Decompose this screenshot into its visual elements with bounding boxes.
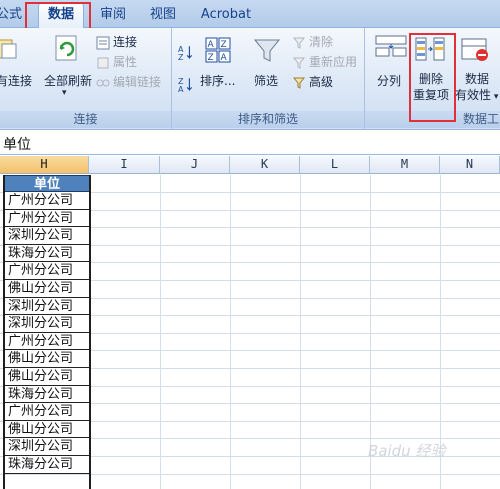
- column-h-cell[interactable]: 佛山分公司: [4, 368, 90, 386]
- remove-duplicates-label-1: 删除: [419, 72, 444, 86]
- column-h-cell[interactable]: 广州分公司: [4, 209, 90, 228]
- sort-button[interactable]: 排序...: [200, 72, 235, 89]
- group-label-sort-filter: 排序和筛选: [172, 111, 364, 128]
- data-validation-label-2: 有效性: [455, 88, 492, 102]
- svg-text:A: A: [178, 85, 184, 92]
- grid-line: [160, 175, 161, 489]
- column-h-cell[interactable]: 珠海分公司: [4, 385, 90, 404]
- column-h-cell[interactable]: 深圳分公司: [4, 297, 90, 316]
- refresh-all-icon: [52, 34, 82, 64]
- tab-formulas[interactable]: 公式: [0, 5, 24, 27]
- existing-connections-button[interactable]: 有连接: [0, 72, 32, 89]
- column-h-cell[interactable]: 佛山分公司: [4, 350, 90, 368]
- column-header-k[interactable]: K: [230, 156, 300, 174]
- column-header-i[interactable]: I: [89, 156, 160, 174]
- chevron-down-icon: ▾: [491, 92, 499, 102]
- sort-dialog-icon: AZZA: [204, 36, 232, 64]
- column-h-cell[interactable]: 广州分公司: [4, 403, 90, 421]
- tab-view[interactable]: 视图: [146, 5, 180, 27]
- clear-button[interactable]: 清除: [292, 33, 333, 51]
- group-connections: 有连接 全部刷新 ▾ 连接 属性 编辑链接 连接: [0, 28, 172, 130]
- reapply-icon: [292, 57, 306, 69]
- refresh-all-button[interactable]: 全部刷新: [44, 72, 92, 89]
- clear-filter-icon: [292, 37, 306, 49]
- data-validation-button[interactable]: 有效性 ▾: [455, 86, 498, 103]
- watermark: Baidu 经验: [368, 442, 446, 460]
- connections-button[interactable]: 连接: [96, 33, 137, 51]
- reapply-label: 重新应用: [309, 55, 358, 69]
- column-h-cell[interactable]: 佛山分公司: [4, 420, 90, 439]
- existing-connections-icon: [0, 36, 20, 62]
- properties-icon: [97, 57, 109, 68]
- group-data-tools: 分列 删除 重复项 数据 有效性 ▾ 数据工: [365, 28, 500, 130]
- sort-desc-button[interactable]: ZA: [178, 74, 197, 92]
- data-validation-label-1: 数据: [465, 72, 490, 86]
- column-h-cell[interactable]: 深圳分公司: [4, 438, 90, 456]
- remove-duplicates-button[interactable]: 删除: [419, 70, 443, 87]
- remove-duplicates-icon: [415, 36, 445, 64]
- advanced-button[interactable]: 高级: [292, 73, 333, 91]
- column-h-cell[interactable]: 深圳分公司: [4, 315, 90, 333]
- column-h-cell[interactable]: 广州分公司: [4, 262, 90, 280]
- advanced-filter-icon: [292, 77, 306, 89]
- link-icon: [96, 79, 110, 86]
- column-h-cell[interactable]: 广州分公司: [4, 192, 90, 210]
- chevron-down-icon[interactable]: ▾: [62, 88, 67, 98]
- data-validation-icon: [461, 36, 491, 64]
- column-h-cell[interactable]: 广州分公司: [4, 332, 90, 351]
- svg-text:Z: Z: [208, 53, 214, 63]
- formula-bar-content[interactable]: 单位: [3, 134, 31, 154]
- tab-acrobat[interactable]: Acrobat: [196, 5, 256, 27]
- column-header-m[interactable]: M: [370, 156, 440, 174]
- svg-text:Z: Z: [178, 53, 184, 60]
- group-label-connections: 连接: [0, 111, 171, 128]
- tab-review[interactable]: 审阅: [96, 5, 130, 27]
- sort-asc-button[interactable]: AZ: [178, 42, 197, 60]
- clear-label: 清除: [309, 35, 334, 49]
- edit-links-label: 编辑链接: [113, 75, 162, 89]
- group-label-data-tools: 数据工: [365, 111, 500, 128]
- column-h-cell[interactable]: 佛山分公司: [4, 280, 90, 298]
- column-header-h[interactable]: H: [0, 156, 89, 174]
- connections-label: 连接: [113, 35, 138, 49]
- connections-icon: [96, 36, 110, 49]
- edit-links-button[interactable]: 编辑链接: [96, 73, 161, 91]
- column-header-n[interactable]: N: [440, 156, 500, 174]
- ribbon: 有连接 全部刷新 ▾ 连接 属性 编辑链接 连接 AZ ZA AZZA 排序..…: [0, 28, 500, 130]
- column-header-j[interactable]: J: [160, 156, 230, 174]
- grid-line: [300, 175, 301, 489]
- filter-icon: [252, 36, 282, 66]
- column-header-l[interactable]: L: [300, 156, 370, 174]
- formula-bar[interactable]: 单位: [0, 131, 500, 155]
- column-h-cell[interactable]: 珠海分公司: [4, 456, 90, 474]
- properties-label: 属性: [113, 55, 138, 69]
- reapply-button[interactable]: 重新应用: [292, 53, 357, 71]
- filter-button[interactable]: 筛选: [254, 72, 278, 89]
- advanced-label: 高级: [309, 75, 334, 89]
- svg-text:A: A: [208, 40, 215, 50]
- column-h-cell[interactable]: 珠海分公司: [4, 244, 90, 263]
- sort-asc-icon: AZ: [178, 45, 193, 60]
- tab-data[interactable]: 数据: [38, 3, 84, 29]
- sort-desc-icon: ZA: [178, 77, 193, 92]
- text-to-columns-button[interactable]: 分列: [377, 72, 401, 89]
- properties-button[interactable]: 属性: [96, 53, 137, 71]
- column-h-cell[interactable]: 深圳分公司: [4, 227, 90, 245]
- remove-duplicates-label-2: 重复项: [413, 88, 450, 102]
- svg-text:Z: Z: [221, 40, 227, 50]
- svg-text:A: A: [221, 53, 228, 63]
- grid-line: [230, 175, 231, 489]
- ribbon-tab-bar: 公式 数据 审阅 视图 Acrobat: [0, 0, 500, 29]
- text-to-columns-icon: [375, 34, 407, 64]
- column-h-header-cell[interactable]: 单位: [4, 175, 90, 192]
- group-sort-filter: AZ ZA AZZA 排序... 筛选 清除 重新应用 高级 排序和筛选: [172, 28, 365, 130]
- grid-line: [0, 473, 500, 475]
